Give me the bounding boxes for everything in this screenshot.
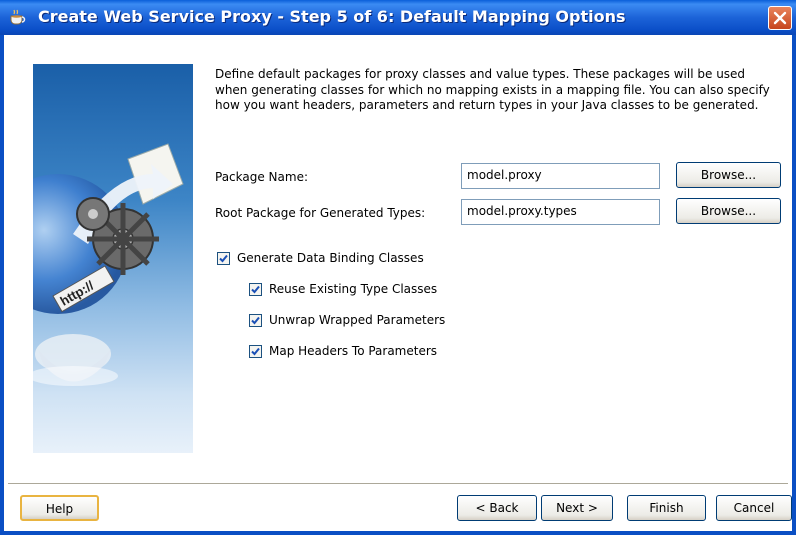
- map-headers-option[interactable]: Map Headers To Parameters: [249, 344, 469, 360]
- package-browse-button[interactable]: Browse...: [676, 162, 781, 188]
- root-package-label: Root Package for Generated Types:: [215, 206, 426, 220]
- map-headers-checkbox[interactable]: [249, 345, 262, 358]
- unwrap-wrapped-checkbox[interactable]: [249, 314, 262, 327]
- package-name-input[interactable]: model.proxy: [461, 163, 660, 189]
- title-bar[interactable]: Create Web Service Proxy - Step 5 of 6: …: [0, 0, 796, 35]
- generate-data-binding-label: Generate Data Binding Classes: [237, 251, 424, 265]
- window-border-right: [792, 35, 796, 535]
- unwrap-wrapped-option[interactable]: Unwrap Wrapped Parameters: [249, 313, 469, 329]
- cancel-button[interactable]: Cancel: [716, 495, 792, 521]
- root-package-input[interactable]: model.proxy.types: [461, 199, 660, 225]
- dialog-window: Create Web Service Proxy - Step 5 of 6: …: [0, 0, 796, 535]
- next-button[interactable]: Next >: [541, 495, 613, 521]
- map-headers-label: Map Headers To Parameters: [269, 344, 438, 358]
- coffee-cup-icon: [8, 8, 28, 26]
- step-description: Define default packages for proxy classe…: [215, 67, 770, 112]
- close-button[interactable]: [768, 6, 792, 30]
- reuse-existing-option[interactable]: Reuse Existing Type Classes: [249, 282, 469, 298]
- wizard-side-image: http://: [33, 64, 193, 453]
- window-border-bottom: [0, 531, 796, 535]
- unwrap-wrapped-label: Unwrap Wrapped Parameters: [269, 313, 446, 327]
- package-name-label: Package Name:: [215, 170, 308, 184]
- footer-separator: [8, 483, 788, 485]
- close-icon: [773, 11, 787, 25]
- window-title: Create Web Service Proxy - Step 5 of 6: …: [38, 7, 626, 26]
- back-button[interactable]: < Back: [457, 495, 537, 521]
- finish-button[interactable]: Finish: [627, 495, 706, 521]
- reuse-existing-label: Reuse Existing Type Classes: [269, 282, 438, 296]
- window-border-left: [0, 35, 4, 535]
- checkmark-icon: [251, 316, 260, 325]
- checkmark-icon: [251, 285, 260, 294]
- reuse-existing-checkbox[interactable]: [249, 283, 262, 296]
- checkmark-icon: [251, 347, 260, 356]
- help-button[interactable]: Help: [20, 495, 99, 521]
- generate-data-binding-checkbox[interactable]: [217, 252, 230, 265]
- generate-data-binding-option[interactable]: Generate Data Binding Classes: [217, 251, 447, 267]
- checkmark-icon: [219, 254, 228, 263]
- root-package-browse-button[interactable]: Browse...: [676, 198, 781, 224]
